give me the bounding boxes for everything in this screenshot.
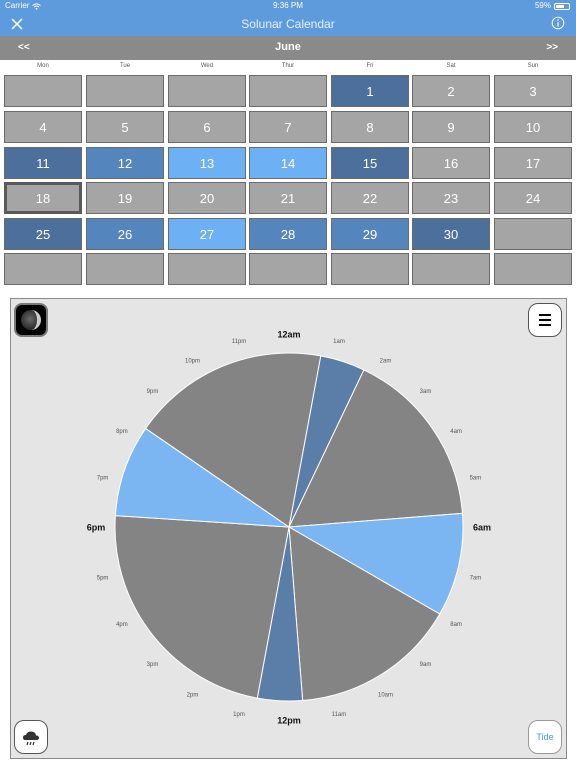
clock-hour-label: 9am [420,662,432,668]
calendar-day-5[interactable]: 5 [86,111,164,143]
calendar-day-empty [4,253,82,285]
weekday-label: Sun [527,63,539,69]
calendar-day-27[interactable]: 27 [168,218,246,250]
calendar-day-empty [86,253,164,285]
calendar-day-empty [249,75,327,107]
calendar-day-25[interactable]: 25 [4,218,82,250]
status-bar: Carrier 9:36 PM 59% [0,0,576,12]
calendar-day-19[interactable]: 19 [86,182,164,214]
calendar-day-9[interactable]: 9 [412,111,490,143]
clock-hour-label: 1pm [233,712,245,718]
clock-hour-label: 12am [277,330,300,340]
calendar-day-empty [494,218,572,250]
info-icon[interactable] [551,16,565,30]
calendar-day-16[interactable]: 16 [412,147,490,179]
clock-hour-label: 5pm [97,576,109,582]
calendar-day-empty [168,253,246,285]
weekday-label: Mon [37,63,49,69]
clock-hour-label: 7am [470,576,482,582]
status-time: 9:36 PM [273,1,303,10]
solunar-clock: 12am 1am 2am 3am 4am 5am 6am 7am 8am 9am 10am 11am 1… [87,330,491,726]
status-right: 59% [535,0,570,12]
clock-hour-label: 2am [380,358,392,364]
nav-bar: Solunar Calendar [0,12,576,36]
calendar-day-7[interactable]: 7 [249,111,327,143]
calendar-day-2[interactable]: 2 [412,75,490,107]
clock-hour-label: 10pm [185,358,200,364]
moon-phase-button[interactable] [14,303,48,337]
tide-button[interactable]: Tide [528,720,562,754]
hamburger-menu-icon [539,314,551,326]
calendar-day-1[interactable]: 1 [331,75,409,107]
calendar-day-empty [168,75,246,107]
calendar-day-23[interactable]: 23 [412,182,490,214]
month-title: June [275,41,301,53]
menu-button[interactable] [528,303,562,337]
clock-hour-label: 4pm [116,622,128,628]
clock-hour-label: 10am [378,693,393,699]
calendar-day-15[interactable]: 15 [331,147,409,179]
clock-hour-label: 1am [333,339,345,345]
calendar-day-20[interactable]: 20 [168,182,246,214]
calendar-day-6[interactable]: 6 [168,111,246,143]
calendar-day-22[interactable]: 22 [331,182,409,214]
clock-hour-label: 11am [332,712,347,718]
calendar-day-17[interactable]: 17 [494,147,572,179]
battery-fill [556,4,565,8]
calendar-day-30[interactable]: 30 [412,218,490,250]
calendar-day-28[interactable]: 28 [249,218,327,250]
clock-hour-label: 4am [450,429,462,435]
calendar-day-11[interactable]: 11 [4,147,82,179]
weekday-label: Thur [281,63,295,69]
calendar-day-8[interactable]: 8 [331,111,409,143]
calendar-day-12[interactable]: 12 [86,147,164,179]
clock-hour-label: 8am [450,622,462,628]
clock-hour-label: 12pm [277,716,301,726]
calendar-day-empty [249,253,327,285]
page-title: Solunar Calendar [241,17,335,31]
calendar-day-empty [4,75,82,107]
calendar-day-4[interactable]: 4 [4,111,82,143]
weekday-label: Fri [366,63,374,69]
calendar-day-empty [494,253,572,285]
month-bar: << June >> [0,36,576,60]
weekday-label: Tue [119,63,131,69]
clock-hour-label: 8pm [116,429,128,435]
clock-hour-label: 5am [470,476,482,482]
calendar-day-29[interactable]: 29 [331,218,409,250]
clock-hour-label: 3am [420,389,432,395]
clock-hour-label: 6pm [87,523,106,533]
solunar-calendar-screen: Carrier 9:36 PM 59% Solunar Calendar << [0,0,576,768]
calendar-day-21[interactable]: 21 [249,182,327,214]
clock-hour-label: 6am [473,523,491,533]
calendar-day-3[interactable]: 3 [494,75,572,107]
calendar-day-13[interactable]: 13 [168,147,246,179]
weekday-label: Sat [446,63,456,69]
weather-button[interactable] [14,720,48,754]
calendar-day-empty [86,75,164,107]
battery-percent: 59% [534,1,551,10]
clock-hour-label: 3pm [147,662,159,668]
calendar-day-26[interactable]: 26 [86,218,164,250]
weather-cloud-icon [23,731,39,746]
calendar-day-18[interactable]: 18 [4,182,82,214]
clock-hour-label: 7pm [97,476,109,482]
next-month-button[interactable]: >> [546,42,558,53]
calendar-day-10[interactable]: 10 [494,111,572,143]
calendar-day-empty [412,253,490,285]
calendar-day-empty [331,253,409,285]
clock-hour-label: 2pm [187,693,199,699]
clock-hour-label: 11pm [232,339,247,345]
battery-icon [554,2,570,10]
clock-hour-label: 9pm [147,389,159,395]
weekday-label: Wed [200,63,214,69]
moon-phase-icon [21,310,41,330]
calendar-day-14[interactable]: 14 [249,147,327,179]
calendar-day-24[interactable]: 24 [494,182,572,214]
